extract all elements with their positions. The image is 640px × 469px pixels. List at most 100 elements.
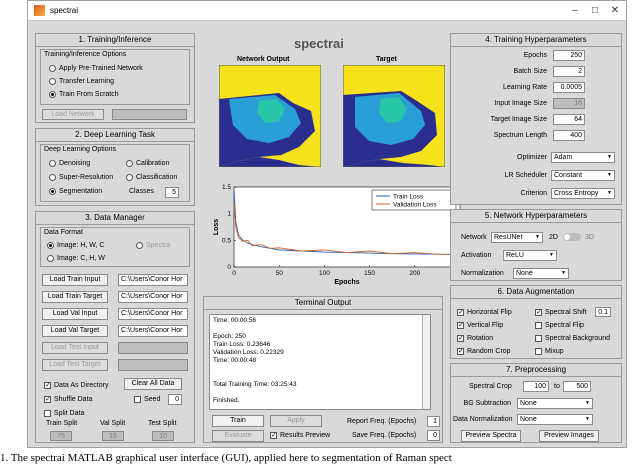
results-preview-checkbox[interactable]: ✓ Results Preview bbox=[270, 432, 330, 439]
classes-input[interactable]: 5 bbox=[165, 187, 179, 198]
minimize-icon[interactable]: – bbox=[568, 4, 582, 18]
y-tick-label: 0.5 bbox=[222, 237, 231, 244]
train-split-input[interactable]: 75 bbox=[50, 431, 72, 441]
checkbox-label: Horizontal Flip bbox=[467, 309, 512, 316]
terminal-line bbox=[213, 373, 427, 381]
panel-title: 2. Deep Learning Task bbox=[36, 129, 194, 142]
lr-scheduler-select[interactable]: Constant bbox=[551, 170, 615, 181]
clear-all-data-button[interactable]: Clear All Data bbox=[124, 378, 182, 390]
terminal-line: Total Training Time: 03:25:43 bbox=[213, 381, 297, 388]
x-tick-label: 200 bbox=[409, 270, 420, 277]
load-train-input-button[interactable]: Load Train Input bbox=[42, 274, 108, 286]
network-select[interactable]: ResUNet bbox=[491, 232, 543, 243]
hyperparameter-input[interactable]: 0.0005 bbox=[553, 82, 585, 93]
shuffle-data-checkbox[interactable]: ✓ Shuffle Data bbox=[44, 396, 92, 403]
hyperparameter-label: Epochs bbox=[523, 52, 547, 59]
augmentation-checkbox[interactable]: ✓ Spectral Shift bbox=[535, 309, 587, 316]
panel-title: Terminal Output bbox=[204, 297, 442, 310]
terminal-output[interactable]: Time: 00:00:56 Epoch: 250 Train Loss: 0.23… bbox=[209, 314, 431, 410]
hyperparameter-input[interactable]: 250 bbox=[553, 50, 585, 61]
train-input-path[interactable]: C:\Users\Conor Hor bbox=[118, 274, 188, 286]
load-val-input-button[interactable]: Load Val Input bbox=[42, 308, 108, 320]
terminal-scrollbar[interactable] bbox=[422, 315, 430, 409]
spectral-shift-input[interactable]: 0.1 bbox=[595, 307, 611, 317]
augmentation-checkbox[interactable]: Spectral Flip bbox=[535, 322, 584, 329]
apply-button[interactable]: Apply bbox=[270, 415, 322, 427]
radio-label: Image: H, W, C bbox=[57, 242, 105, 249]
checkbox-label: Results Preview bbox=[280, 432, 331, 439]
radio-label: Transfer Learning bbox=[59, 78, 114, 85]
criterion-select[interactable]: Cross Entropy bbox=[551, 188, 615, 199]
optimizer-select[interactable]: Adam bbox=[551, 152, 615, 163]
y-tick-label: 1 bbox=[227, 211, 231, 218]
checkbox-label: Mixup bbox=[545, 348, 564, 355]
test-input-path[interactable] bbox=[118, 342, 188, 354]
load-train-target-button[interactable]: Load Train Target bbox=[42, 291, 108, 303]
augmentation-checkbox[interactable]: Mixup bbox=[535, 348, 564, 355]
radio-calibration[interactable]: Calibration bbox=[126, 160, 169, 167]
data-augmentation-panel: 6. Data Augmentation ✓ Horizontal Flip ✓ Sp… bbox=[450, 285, 622, 359]
augmentation-checkbox[interactable]: ✓ Horizontal Flip bbox=[457, 309, 512, 316]
seed-checkbox[interactable]: Seed bbox=[134, 396, 160, 403]
radio-apply-pretrained[interactable]: Apply Pre-Trained Network bbox=[49, 65, 143, 72]
train-target-path[interactable]: C:\Users\Conor Hor bbox=[118, 291, 188, 303]
y-tick-label: 0 bbox=[227, 264, 231, 271]
radio-super-resolution[interactable]: Super-Resolution bbox=[49, 174, 113, 181]
augmentation-checkbox[interactable]: ✓ Random Crop bbox=[457, 348, 511, 355]
radio-image-hwc[interactable]: Image: H, W, C bbox=[47, 242, 104, 249]
hyperparameter-label: Batch Size bbox=[513, 68, 547, 75]
radio-spectra[interactable]: Spectra bbox=[136, 242, 170, 249]
radio-label: Segmentation bbox=[59, 188, 103, 195]
split-data-checkbox[interactable]: Split Data bbox=[44, 410, 84, 417]
evaluate-button[interactable]: Evaluate bbox=[212, 430, 264, 442]
val-target-path[interactable]: C:\Users\Conor Hor bbox=[118, 325, 188, 337]
report-freq-input[interactable]: 1 bbox=[427, 416, 440, 427]
dimension-toggle[interactable] bbox=[563, 233, 581, 241]
val-split-input[interactable]: 15 bbox=[102, 431, 124, 441]
load-network-button[interactable]: Load Network bbox=[42, 109, 104, 120]
window-title: spectrai bbox=[50, 6, 79, 15]
activation-select[interactable]: ReLU bbox=[503, 250, 557, 261]
maximize-icon[interactable]: □ bbox=[588, 4, 602, 18]
hyperparameter-input[interactable]: 400 bbox=[553, 130, 585, 141]
augmentation-checkbox[interactable]: ✓ Vertical Flip bbox=[457, 322, 503, 329]
crop-to-input[interactable]: 500 bbox=[563, 381, 591, 392]
test-split-input[interactable]: 10 bbox=[152, 431, 174, 441]
bg-subtraction-select[interactable]: None bbox=[517, 398, 593, 409]
test-target-path[interactable] bbox=[118, 359, 188, 371]
toggle-knob bbox=[564, 234, 570, 240]
radio-denoising[interactable]: Denoising bbox=[49, 160, 90, 167]
data-as-directory-checkbox[interactable]: ✓ Data As Directory bbox=[44, 382, 108, 389]
legend-label: Train Loss bbox=[393, 194, 424, 201]
checkbox-label: Random Crop bbox=[467, 348, 511, 355]
app-window: spectrai – □ ✕ 1. Training/Inference Tra… bbox=[27, 0, 627, 448]
network-path-field[interactable] bbox=[112, 109, 187, 120]
preview-images-button[interactable]: Preview Images bbox=[539, 430, 599, 442]
close-icon[interactable]: ✕ bbox=[608, 4, 622, 18]
checkbox-box: ✓ bbox=[457, 335, 464, 342]
val-input-path[interactable]: C:\Users\Conor Hor bbox=[118, 308, 188, 320]
data-normalization-select[interactable]: None bbox=[517, 414, 593, 425]
radio-transfer-learning[interactable]: Transfer Learning bbox=[49, 78, 114, 85]
radio-segmentation[interactable]: Segmentation bbox=[49, 188, 102, 195]
hyperparameter-input[interactable]: 64 bbox=[553, 114, 585, 125]
load-val-target-button[interactable]: Load Val Target bbox=[42, 325, 108, 337]
panel-title: 4. Training Hyperparameters bbox=[451, 34, 621, 47]
load-test-target-button[interactable]: Load Test Target bbox=[42, 359, 108, 371]
crop-from-input[interactable]: 100 bbox=[523, 381, 549, 392]
hyperparameter-input[interactable]: 2 bbox=[553, 66, 585, 77]
load-test-input-button[interactable]: Load Test Input bbox=[42, 342, 108, 354]
radio-classification[interactable]: Classification bbox=[126, 174, 177, 181]
checkbox-box bbox=[535, 348, 542, 355]
normalization-select[interactable]: None bbox=[513, 268, 569, 279]
augmentation-checkbox[interactable]: Spectral Background bbox=[535, 335, 610, 342]
hyperparameter-input[interactable]: 16 bbox=[553, 98, 585, 109]
seed-input[interactable]: 0 bbox=[168, 394, 182, 405]
radio-image-chw[interactable]: Image: C, H, W bbox=[47, 255, 105, 262]
preview-spectra-button[interactable]: Preview Spectra bbox=[461, 430, 521, 442]
train-button[interactable]: Train bbox=[212, 415, 264, 427]
optimizer-label: Optimizer bbox=[517, 154, 547, 161]
augmentation-checkbox[interactable]: ✓ Rotation bbox=[457, 335, 493, 342]
radio-train-from-scratch[interactable]: Train From Scratch bbox=[49, 91, 119, 98]
save-freq-input[interactable]: 0 bbox=[427, 430, 440, 441]
